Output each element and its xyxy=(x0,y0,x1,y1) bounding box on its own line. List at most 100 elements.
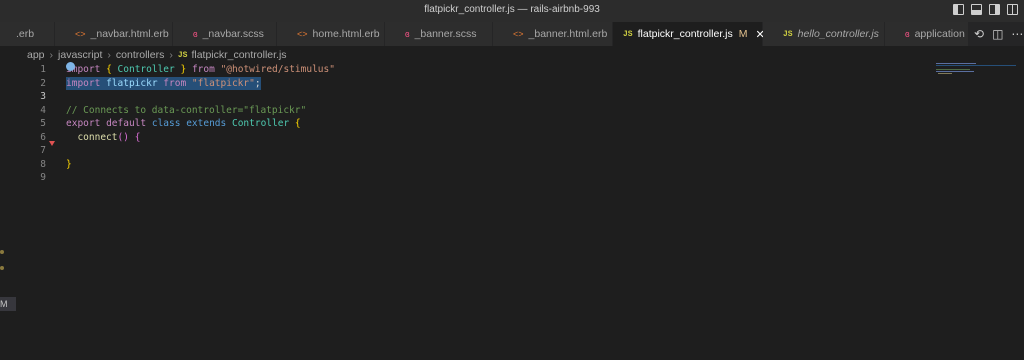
code-token: default xyxy=(106,118,147,129)
layout-controls xyxy=(953,4,1018,15)
code-line[interactable]: 9 xyxy=(0,171,930,184)
line-number: 2 xyxy=(40,77,46,89)
diff-deleted-marker-icon[interactable] xyxy=(49,141,55,146)
tab-label: _banner.scss xyxy=(414,28,477,40)
code-line[interactable]: 4 // Connects to data-controller="flatpic… xyxy=(0,104,930,117)
code-token: { xyxy=(134,131,141,143)
tab-navbar-scss[interactable]: ɞ _navbar.scss xyxy=(173,22,277,46)
code-token: } xyxy=(66,158,72,170)
code-token: () xyxy=(117,131,129,143)
tab-home-html-erb[interactable]: <> home.html.erb xyxy=(277,22,385,46)
breadcrumb-item[interactable]: javascript xyxy=(58,49,102,61)
breadcrumb-item[interactable]: app xyxy=(27,49,45,61)
line-number: 4 xyxy=(40,104,46,116)
toggle-panel-icon[interactable] xyxy=(971,4,982,15)
split-editor-icon[interactable]: ◫ xyxy=(992,27,1003,41)
tab-label: hello_controller.js xyxy=(797,28,879,40)
chevron-right-icon: › xyxy=(49,49,54,61)
code-token: Controller xyxy=(117,64,175,75)
code-token: connect xyxy=(77,131,118,143)
code-line[interactable]: 5 export default class extends Controller… xyxy=(0,117,930,130)
chevron-right-icon: › xyxy=(107,49,111,61)
modified-indicator: M xyxy=(738,28,748,40)
code-token: from xyxy=(163,77,187,89)
code-token: flatpickr xyxy=(106,77,158,89)
code-token: "flatpickr" xyxy=(191,77,255,89)
html-file-icon: <> xyxy=(513,29,524,39)
customize-layout-icon[interactable] xyxy=(1007,4,1018,15)
chevron-right-icon: › xyxy=(169,49,173,61)
toggle-primary-sidebar-icon[interactable] xyxy=(953,4,964,15)
line-number: 9 xyxy=(40,172,46,183)
tab-flatpickr-controller-js[interactable]: JS flatpickr_controller.js M ✕ xyxy=(613,22,765,46)
code-token: // Connects to data-controller="flatpick… xyxy=(66,104,307,116)
code-token: { xyxy=(294,118,301,129)
tab-erb[interactable]: .erb xyxy=(0,22,55,46)
line-number: 1 xyxy=(40,64,46,75)
editor-actions: ⟲ ◫ ⋯ xyxy=(968,22,1024,46)
code-line[interactable]: 3 xyxy=(0,90,930,103)
code-token: from xyxy=(191,64,215,75)
line-number: 8 xyxy=(40,158,46,170)
tab-label: home.html.erb xyxy=(312,28,380,40)
tab-label: flatpickr_controller.js xyxy=(637,28,733,40)
code-line[interactable]: 2 import flatpickr from "flatpickr"; xyxy=(0,76,930,90)
tab-label: _navbar.scss xyxy=(202,28,264,40)
code-line[interactable]: 7 xyxy=(0,144,930,157)
code-line[interactable]: 8} xyxy=(0,158,930,171)
js-file-icon: JS xyxy=(783,29,793,39)
code-line[interactable]: 6 connect() { xyxy=(0,131,930,144)
toggle-secondary-sidebar-icon[interactable] xyxy=(989,4,1000,15)
tab-hello-controller-js[interactable]: JS hello_controller.js xyxy=(763,22,885,46)
line-number: 5 xyxy=(40,118,46,129)
tab-label: application xyxy=(914,28,965,40)
scss-file-icon: ɞ xyxy=(905,29,910,39)
tab-banner-html-erb[interactable]: <> _banner.html.erb xyxy=(493,22,613,46)
tab-banner-scss[interactable]: ɞ _banner.scss xyxy=(385,22,493,46)
more-actions-icon[interactable]: ⋯ xyxy=(1011,27,1023,41)
line-number: 7 xyxy=(40,145,46,156)
sidebar-modified-badge: M xyxy=(0,297,16,311)
code-token: "@hotwired/stimulus" xyxy=(220,64,335,75)
html-file-icon: <> xyxy=(75,29,86,39)
code-token: ; xyxy=(254,77,261,89)
code-editor[interactable]: 1 import { Controller } from "@hotwired/s… xyxy=(0,62,930,360)
code-text: export default class extends Controller … xyxy=(66,117,301,130)
lightbulb-icon[interactable] xyxy=(66,62,75,71)
window-title: flatpickr_controller.js — rails-airbnb-9… xyxy=(424,4,600,15)
breadcrumb: app › javascript › controllers › JS flatpickr_c… xyxy=(27,47,287,63)
tab-label: _banner.html.erb xyxy=(528,28,608,40)
editor-tab-bar: .erb <> _navbar.html.erb ɞ _navbar.scss <> hom… xyxy=(0,22,1024,46)
line-number: 3 xyxy=(40,91,46,102)
breadcrumb-item[interactable]: flatpickr_controller.js xyxy=(191,49,286,61)
code-text: // Connects to data-controller="flatpick… xyxy=(66,104,306,117)
code-text: import flatpickr from "flatpickr"; xyxy=(66,76,261,90)
breadcrumb-item[interactable]: controllers xyxy=(116,49,164,61)
js-file-icon: JS xyxy=(177,50,188,60)
status-dot-icon xyxy=(0,266,4,270)
code-text xyxy=(66,144,77,157)
title-bar: flatpickr_controller.js — rails-airbnb-9… xyxy=(0,0,1024,23)
tab-application[interactable]: ɞ application xyxy=(885,22,975,46)
code-token: class xyxy=(151,118,181,129)
scss-file-icon: ɞ xyxy=(405,29,410,39)
code-token: import xyxy=(66,77,101,89)
code-text: } xyxy=(66,158,72,171)
minimap[interactable] xyxy=(936,62,1016,78)
code-line[interactable]: 1 import { Controller } from "@hotwired/s… xyxy=(0,63,930,76)
code-text: connect() { xyxy=(66,131,140,144)
scss-file-icon: ɞ xyxy=(193,29,198,39)
js-file-icon: JS xyxy=(623,29,633,39)
code-token: Controller xyxy=(231,118,290,129)
html-file-icon: <> xyxy=(297,29,308,39)
line-number: 6 xyxy=(40,131,46,143)
code-token: export xyxy=(66,118,101,129)
tab-navbar-html-erb[interactable]: <> _navbar.html.erb xyxy=(55,22,173,46)
tab-label: _navbar.html.erb xyxy=(90,28,169,40)
code-token: extends xyxy=(186,118,227,129)
tab-label: .erb xyxy=(16,28,35,40)
open-changes-icon[interactable]: ⟲ xyxy=(974,27,984,41)
code-text: import { Controller } from "@hotwired/st… xyxy=(66,63,335,76)
